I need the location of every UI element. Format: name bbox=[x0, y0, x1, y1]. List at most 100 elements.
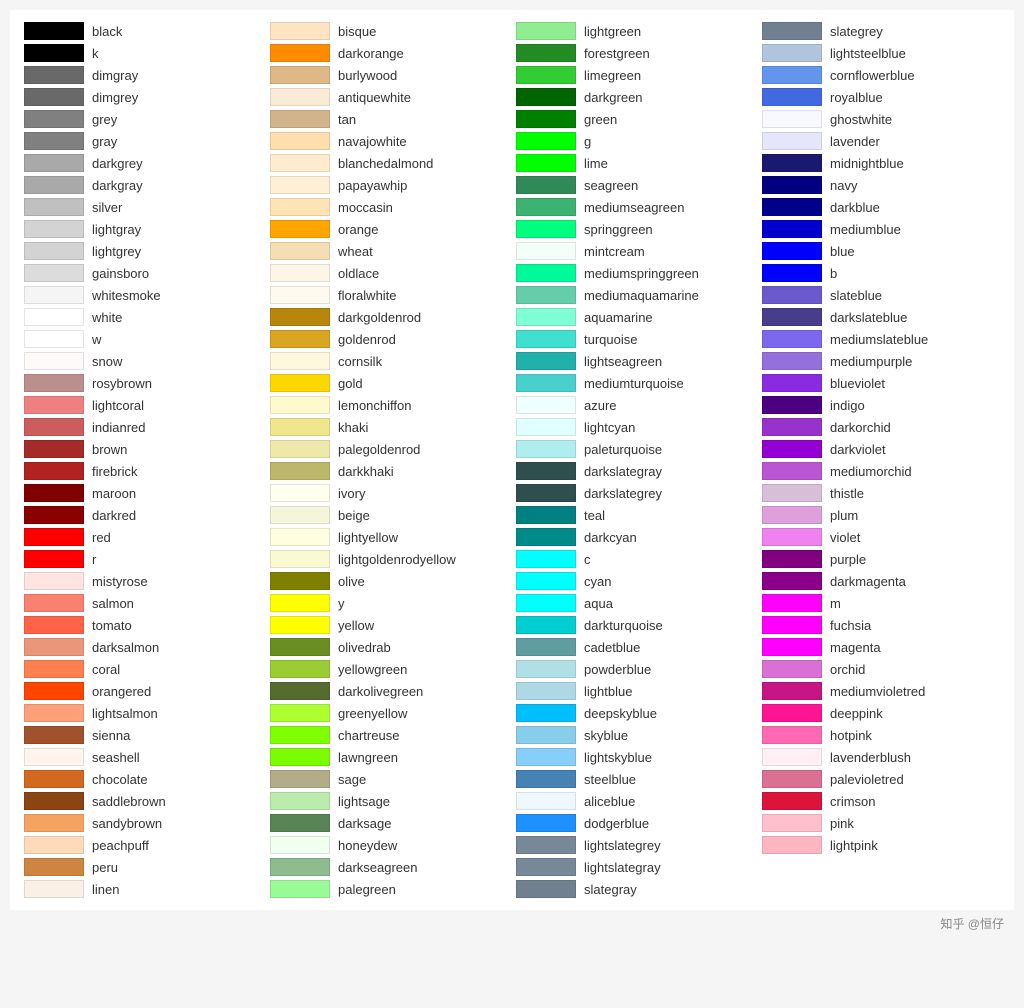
color-row: darkslateblue bbox=[758, 306, 1004, 328]
color-row: palegreen bbox=[266, 878, 512, 900]
color-row: lightcoral bbox=[20, 394, 266, 416]
color-label-rosybrown: rosybrown bbox=[92, 376, 152, 391]
color-row: mediumaquamarine bbox=[512, 284, 758, 306]
color-row: blue bbox=[758, 240, 1004, 262]
color-label-lime: lime bbox=[584, 156, 608, 171]
color-label-cadetblue: cadetblue bbox=[584, 640, 640, 655]
swatch-rosybrown bbox=[24, 374, 84, 392]
color-label-darkcyan: darkcyan bbox=[584, 530, 637, 545]
swatch-cyan bbox=[516, 572, 576, 590]
color-row: lightseagreen bbox=[512, 350, 758, 372]
color-row: fuchsia bbox=[758, 614, 1004, 636]
color-row: antiquewhite bbox=[266, 86, 512, 108]
column-1: bisquedarkorangeburlywoodantiquewhitetan… bbox=[266, 20, 512, 900]
color-row: chocolate bbox=[20, 768, 266, 790]
color-row: indigo bbox=[758, 394, 1004, 416]
swatch-darkgoldenrod bbox=[270, 308, 330, 326]
color-label-darkgrey: darkgrey bbox=[92, 156, 143, 171]
swatch-limegreen bbox=[516, 66, 576, 84]
color-row: paleturquoise bbox=[512, 438, 758, 460]
swatch-dodgerblue bbox=[516, 814, 576, 832]
color-label-skyblue: skyblue bbox=[584, 728, 628, 743]
color-row: aquamarine bbox=[512, 306, 758, 328]
swatch-ivory bbox=[270, 484, 330, 502]
color-label-lightgray: lightgray bbox=[92, 222, 141, 237]
swatch-sienna bbox=[24, 726, 84, 744]
color-row: grey bbox=[20, 108, 266, 130]
swatch-lightsteelblue bbox=[762, 44, 822, 62]
swatch-hotpink bbox=[762, 726, 822, 744]
swatch-lime bbox=[516, 154, 576, 172]
color-label-darkslategrey: darkslategrey bbox=[584, 486, 662, 501]
swatch-peru bbox=[24, 858, 84, 876]
color-label-limegreen: limegreen bbox=[584, 68, 641, 83]
swatch-lightsage bbox=[270, 792, 330, 810]
color-row: lawngreen bbox=[266, 746, 512, 768]
color-label-red: red bbox=[92, 530, 111, 545]
color-row: brown bbox=[20, 438, 266, 460]
swatch-midnightblue bbox=[762, 154, 822, 172]
color-label-grey: grey bbox=[92, 112, 117, 127]
color-label-darksalmon: darksalmon bbox=[92, 640, 159, 655]
color-label-mintcream: mintcream bbox=[584, 244, 645, 259]
color-row: peru bbox=[20, 856, 266, 878]
color-label-hotpink: hotpink bbox=[830, 728, 872, 743]
column-3: slategreylightsteelbluecornflowerblueroy… bbox=[758, 20, 1004, 900]
color-label-antiquewhite: antiquewhite bbox=[338, 90, 411, 105]
color-label-darkgreen: darkgreen bbox=[584, 90, 643, 105]
color-label-white: white bbox=[92, 310, 122, 325]
color-label-lightblue: lightblue bbox=[584, 684, 632, 699]
color-row: lightslategrey bbox=[512, 834, 758, 856]
swatch-violet bbox=[762, 528, 822, 546]
color-label-black: black bbox=[92, 24, 122, 39]
swatch-greenyellow bbox=[270, 704, 330, 722]
color-row: purple bbox=[758, 548, 1004, 570]
color-label-springgreen: springgreen bbox=[584, 222, 653, 237]
swatch-darkkhaki bbox=[270, 462, 330, 480]
color-label-olivedrab: olivedrab bbox=[338, 640, 391, 655]
swatch-palegoldenrod bbox=[270, 440, 330, 458]
swatch-olivedrab bbox=[270, 638, 330, 656]
color-label-royalblue: royalblue bbox=[830, 90, 883, 105]
swatch-azure bbox=[516, 396, 576, 414]
color-label-coral: coral bbox=[92, 662, 120, 677]
swatch-floralwhite bbox=[270, 286, 330, 304]
color-row: lavender bbox=[758, 130, 1004, 152]
column-2: lightgreenforestgreenlimegreendarkgreeng… bbox=[512, 20, 758, 900]
color-label-darkturquoise: darkturquoise bbox=[584, 618, 663, 633]
color-row: powderblue bbox=[512, 658, 758, 680]
color-row: blueviolet bbox=[758, 372, 1004, 394]
color-label-green: green bbox=[584, 112, 617, 127]
color-row: darkgoldenrod bbox=[266, 306, 512, 328]
swatch-linen bbox=[24, 880, 84, 898]
color-row: plum bbox=[758, 504, 1004, 526]
color-row: bisque bbox=[266, 20, 512, 42]
color-row: honeydew bbox=[266, 834, 512, 856]
color-row: chartreuse bbox=[266, 724, 512, 746]
swatch-mistyrose bbox=[24, 572, 84, 590]
color-row: navy bbox=[758, 174, 1004, 196]
color-label-blanchedalmond: blanchedalmond bbox=[338, 156, 433, 171]
color-row: blanchedalmond bbox=[266, 152, 512, 174]
color-row: deepskyblue bbox=[512, 702, 758, 724]
color-label-darkorchid: darkorchid bbox=[830, 420, 891, 435]
color-label-sage: sage bbox=[338, 772, 366, 787]
swatch-darkblue bbox=[762, 198, 822, 216]
swatch-indianred bbox=[24, 418, 84, 436]
swatch-g bbox=[516, 132, 576, 150]
swatch-yellow bbox=[270, 616, 330, 634]
swatch-lightpink bbox=[762, 836, 822, 854]
color-label-cornsilk: cornsilk bbox=[338, 354, 382, 369]
color-row: navajowhite bbox=[266, 130, 512, 152]
color-row: cadetblue bbox=[512, 636, 758, 658]
color-row: darkslategrey bbox=[512, 482, 758, 504]
swatch-cadetblue bbox=[516, 638, 576, 656]
color-label-mediumaquamarine: mediumaquamarine bbox=[584, 288, 699, 303]
swatch-bisque bbox=[270, 22, 330, 40]
color-row: azure bbox=[512, 394, 758, 416]
color-row: lightgrey bbox=[20, 240, 266, 262]
color-label-lightcoral: lightcoral bbox=[92, 398, 144, 413]
color-row: lightskyblue bbox=[512, 746, 758, 768]
color-row: darkgray bbox=[20, 174, 266, 196]
swatch-lightskyblue bbox=[516, 748, 576, 766]
